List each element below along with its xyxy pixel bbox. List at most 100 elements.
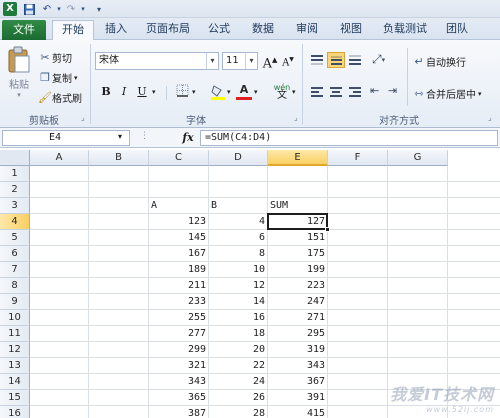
- cell-c13[interactable]: 321: [149, 358, 208, 374]
- format-painter-button[interactable]: 🖌 格式刷: [38, 90, 82, 106]
- cell-d6[interactable]: 8: [209, 246, 267, 262]
- cell-e15[interactable]: 391: [268, 390, 327, 406]
- font-size-dropdown-icon[interactable]: ▾: [245, 53, 257, 69]
- fill-color-button[interactable]: [210, 84, 226, 100]
- tab-review[interactable]: 审阅: [290, 20, 324, 40]
- cell-d12[interactable]: 20: [209, 342, 267, 358]
- cell-d5[interactable]: 6: [209, 230, 267, 246]
- cell-d15[interactable]: 26: [209, 390, 267, 406]
- cell-e5[interactable]: 151: [268, 230, 327, 246]
- cell-c8[interactable]: 211: [149, 278, 208, 294]
- cell-c7[interactable]: 189: [149, 262, 208, 278]
- cell-d9[interactable]: 14: [209, 294, 267, 310]
- cell-d10[interactable]: 16: [209, 310, 267, 326]
- font-launcher-icon[interactable]: ⌟: [294, 113, 298, 122]
- row-header-5[interactable]: 5: [0, 230, 30, 246]
- fill-color-dropdown-icon[interactable]: ▾: [227, 88, 231, 96]
- cell-e11[interactable]: 295: [268, 326, 327, 342]
- tab-load-test[interactable]: 负载测试: [376, 20, 434, 40]
- row-header-12[interactable]: 12: [0, 342, 30, 358]
- font-name-dropdown-icon[interactable]: ▾: [206, 53, 218, 69]
- row-header-16[interactable]: 16: [0, 406, 30, 418]
- cell-e12[interactable]: 319: [268, 342, 327, 358]
- row-header-9[interactable]: 9: [0, 294, 30, 310]
- active-cell-outline[interactable]: [267, 213, 328, 230]
- insert-function-button[interactable]: fx: [178, 130, 198, 146]
- decrease-indent-button[interactable]: ⇤: [370, 84, 379, 97]
- cell-c15[interactable]: 365: [149, 390, 208, 406]
- tab-home[interactable]: 开始: [52, 20, 94, 41]
- tab-view[interactable]: 视图: [334, 20, 368, 40]
- cell-c6[interactable]: 167: [149, 246, 208, 262]
- cell-e10[interactable]: 271: [268, 310, 327, 326]
- cell-c12[interactable]: 299: [149, 342, 208, 358]
- cell-c16[interactable]: 387: [149, 406, 208, 418]
- borders-button[interactable]: [174, 84, 190, 100]
- bold-button[interactable]: B: [98, 84, 114, 100]
- cell-c5[interactable]: 145: [149, 230, 208, 246]
- cell-e8[interactable]: 223: [268, 278, 327, 294]
- underline-button[interactable]: U: [134, 84, 150, 100]
- cell-c11[interactable]: 277: [149, 326, 208, 342]
- grow-font-button[interactable]: A▲: [262, 52, 278, 71]
- cell-e16[interactable]: 415: [268, 406, 327, 418]
- borders-dropdown-icon[interactable]: ▾: [192, 88, 196, 96]
- cell-e14[interactable]: 367: [268, 374, 327, 390]
- column-header-a[interactable]: A: [30, 150, 89, 166]
- cell-d11[interactable]: 18: [209, 326, 267, 342]
- align-middle-button[interactable]: [327, 52, 345, 68]
- tab-insert[interactable]: 插入: [98, 20, 134, 40]
- select-all-corner[interactable]: [0, 150, 30, 166]
- cell-d8[interactable]: 12: [209, 278, 267, 294]
- worksheet-grid[interactable]: ABCDEFG1234567891011121314151617ABSUM123…: [0, 150, 500, 418]
- row-header-1[interactable]: 1: [0, 166, 30, 182]
- align-center-button[interactable]: [327, 84, 345, 100]
- orientation-button[interactable]: ⤢ ▾: [372, 52, 385, 67]
- cell-c4[interactable]: 123: [149, 214, 208, 230]
- row-header-2[interactable]: 2: [0, 182, 30, 198]
- italic-button[interactable]: I: [116, 84, 132, 100]
- row-header-8[interactable]: 8: [0, 278, 30, 294]
- redo-dropdown-icon[interactable]: ▾: [76, 2, 90, 16]
- merge-center-button[interactable]: ⇿ 合并后居中 ▾: [412, 86, 481, 102]
- column-header-b[interactable]: B: [89, 150, 149, 166]
- alignment-launcher-icon[interactable]: ⌟: [488, 113, 492, 122]
- cell-d7[interactable]: 10: [209, 262, 267, 278]
- cell-c10[interactable]: 255: [149, 310, 208, 326]
- font-color-dropdown-icon[interactable]: ▾: [254, 88, 258, 96]
- fill-handle[interactable]: [325, 227, 330, 232]
- cell-e7[interactable]: 199: [268, 262, 327, 278]
- row-header-11[interactable]: 11: [0, 326, 30, 342]
- wrap-text-button[interactable]: ↵ 自动换行: [412, 54, 466, 70]
- cell-d3[interactable]: B: [209, 198, 267, 214]
- row-header-14[interactable]: 14: [0, 374, 30, 390]
- copy-button[interactable]: ❐ 复制 ▾: [38, 70, 77, 86]
- cut-button[interactable]: ✂ 剪切: [38, 50, 72, 66]
- tab-page-layout[interactable]: 页面布局: [140, 20, 196, 40]
- underline-dropdown-icon[interactable]: ▾: [152, 88, 156, 96]
- align-bottom-button[interactable]: [346, 52, 364, 68]
- cell-d14[interactable]: 24: [209, 374, 267, 390]
- row-header-6[interactable]: 6: [0, 246, 30, 262]
- name-box-dropdown-icon[interactable]: ▾: [118, 132, 122, 141]
- align-right-button[interactable]: [346, 84, 364, 100]
- font-name-combo[interactable]: 宋体 ▾: [95, 52, 219, 70]
- shrink-font-button[interactable]: A▼: [280, 52, 296, 68]
- cell-c9[interactable]: 233: [149, 294, 208, 310]
- font-size-combo[interactable]: 11 ▾: [222, 52, 258, 70]
- column-header-g[interactable]: G: [388, 150, 448, 166]
- column-header-e[interactable]: E: [268, 150, 328, 166]
- column-header-f[interactable]: F: [328, 150, 388, 166]
- cell-e3[interactable]: SUM: [268, 198, 327, 214]
- paste-button[interactable]: 粘贴 ▾: [4, 46, 34, 106]
- cell-d4[interactable]: 4: [209, 214, 267, 230]
- save-icon[interactable]: [22, 2, 36, 16]
- column-header-d[interactable]: D: [209, 150, 268, 166]
- tab-data[interactable]: 数据: [246, 20, 280, 40]
- cell-e9[interactable]: 247: [268, 294, 327, 310]
- cell-c14[interactable]: 343: [149, 374, 208, 390]
- row-header-15[interactable]: 15: [0, 390, 30, 406]
- align-left-button[interactable]: [308, 84, 326, 100]
- customize-toolbar-icon[interactable]: ▾: [92, 2, 106, 16]
- cell-c3[interactable]: A: [149, 198, 208, 214]
